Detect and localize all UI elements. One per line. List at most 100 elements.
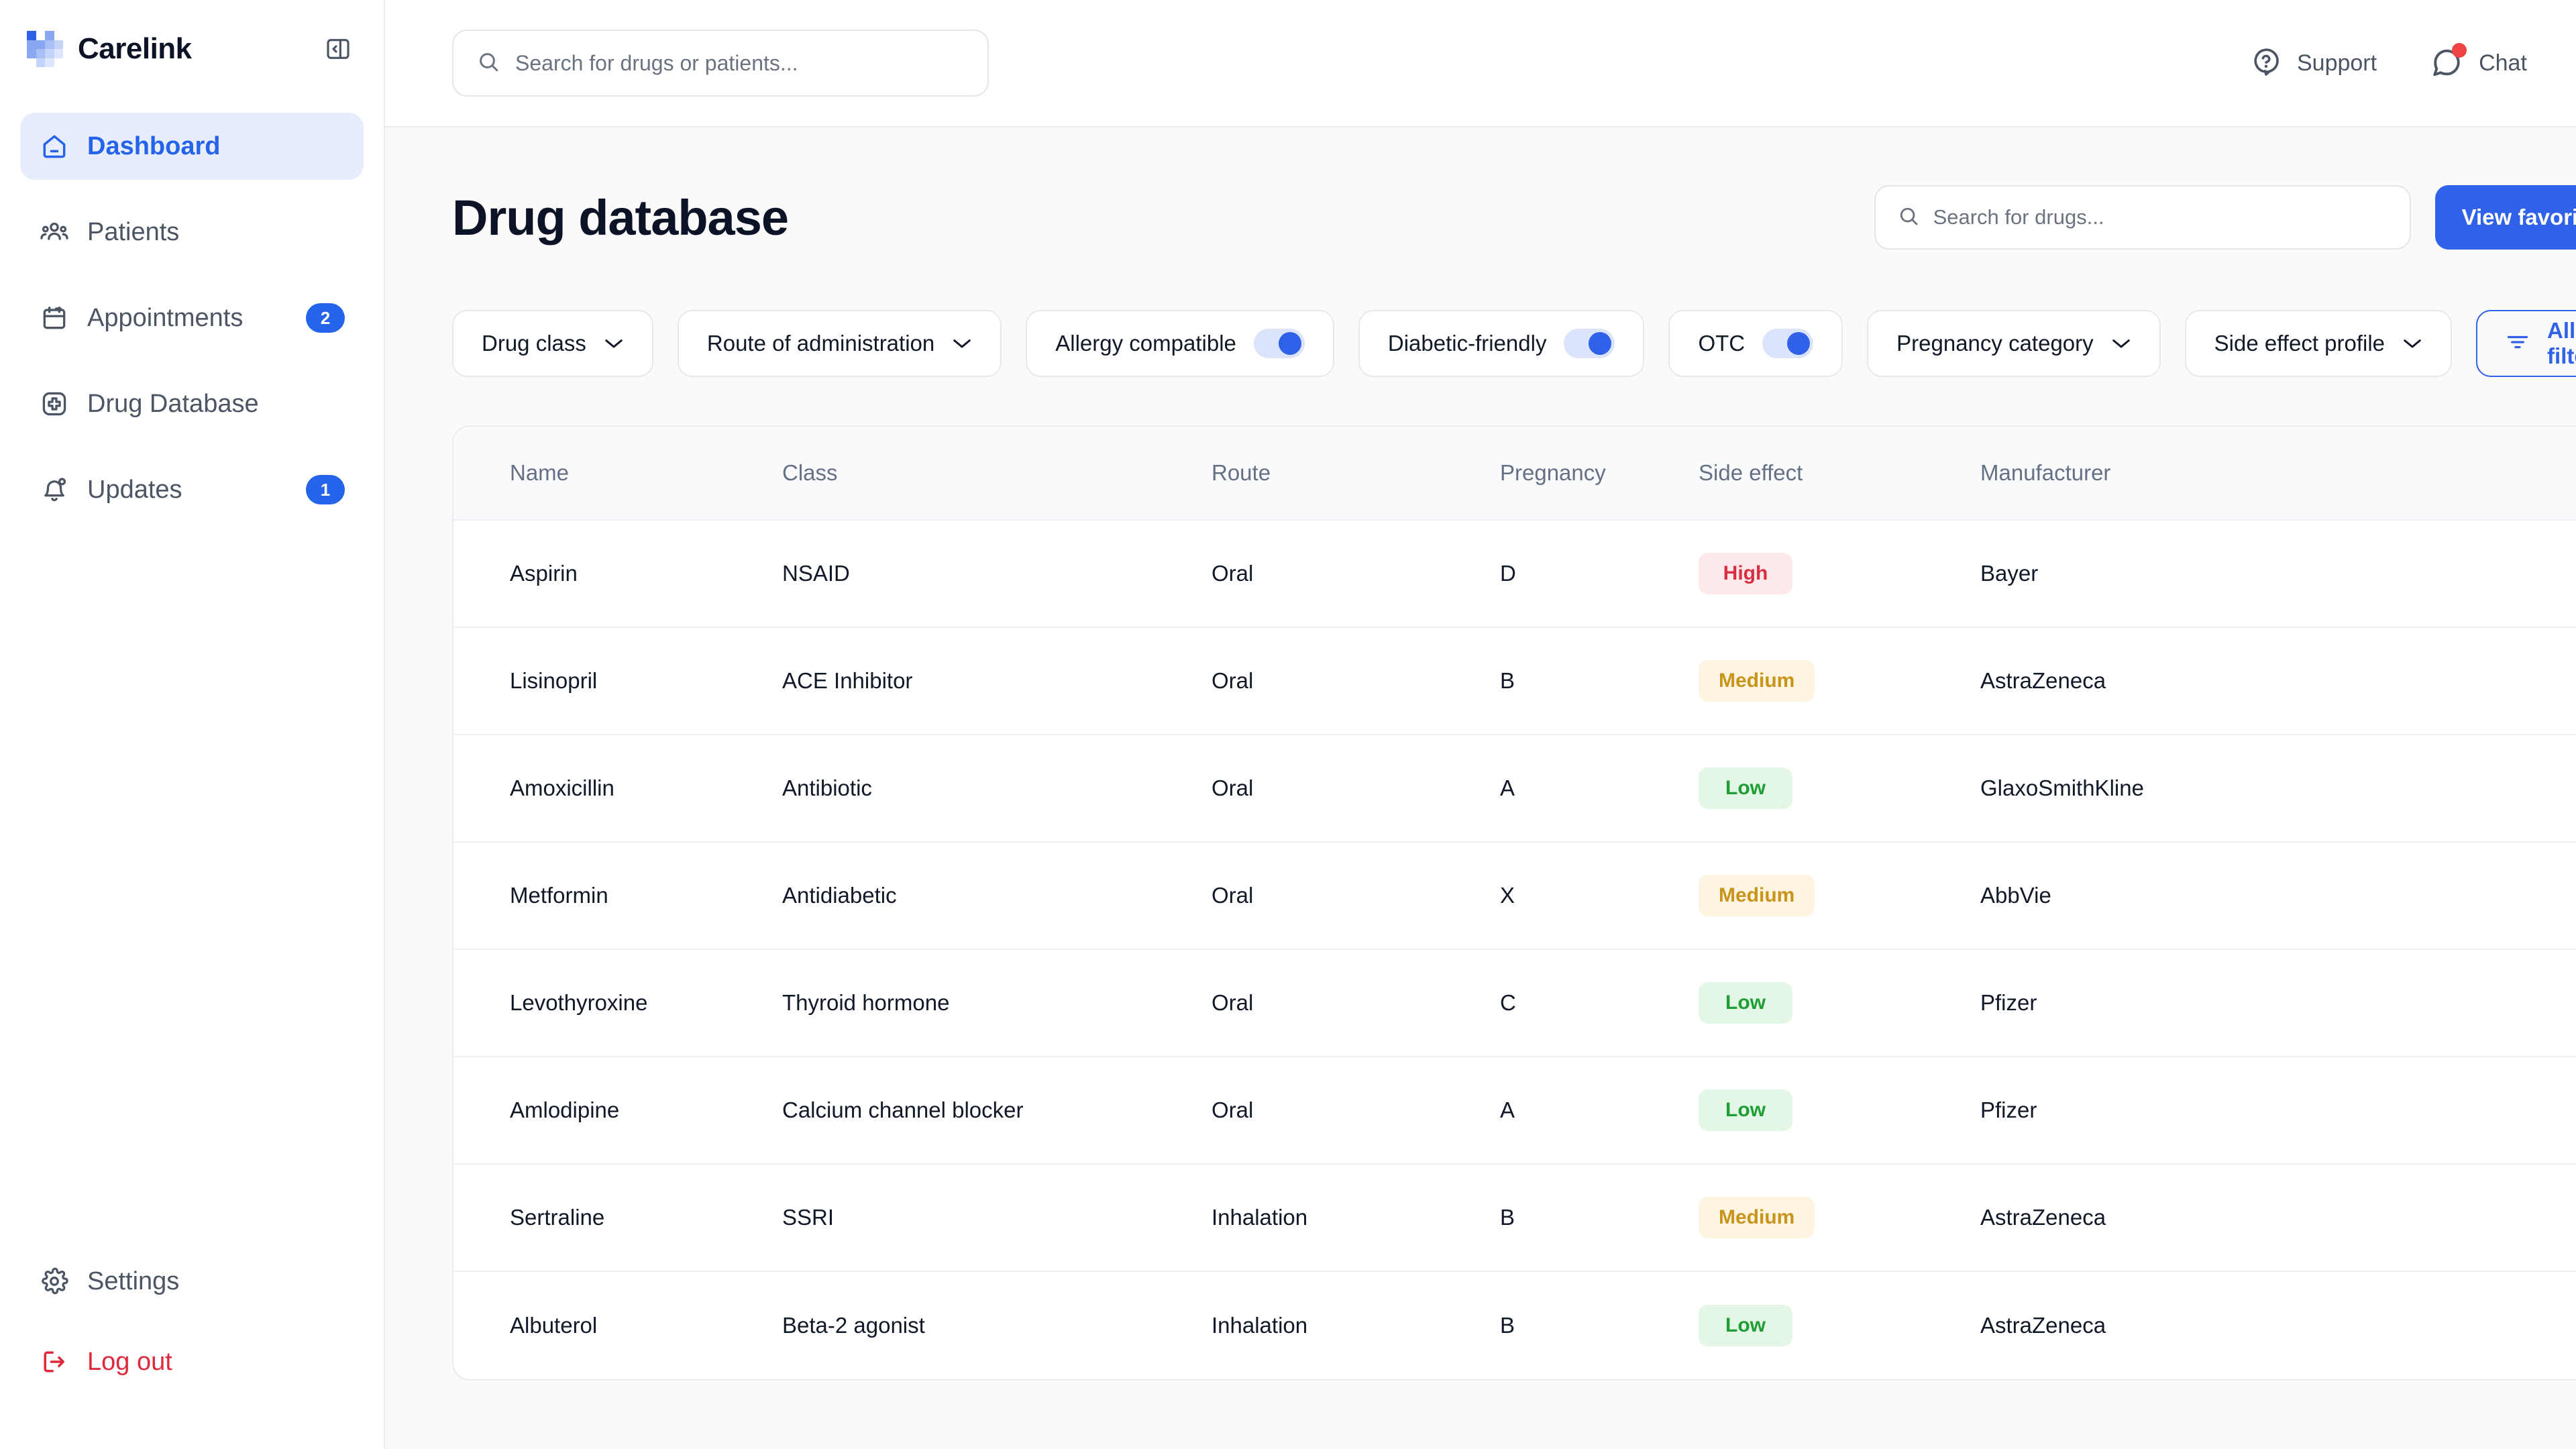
top-bar-actions: Support Chat xyxy=(2250,31,2576,95)
search-input[interactable] xyxy=(515,50,965,76)
filter-icon xyxy=(2506,332,2530,356)
filter-diabetic-friendly[interactable]: Diabetic-friendly xyxy=(1358,310,1645,377)
cell-route: Oral xyxy=(1212,1097,1254,1122)
cell-manufacturer: Pfizer xyxy=(1980,1097,2037,1122)
kebab-menu-icon[interactable] xyxy=(2565,657,2576,704)
table-row[interactable]: Amoxicillin Antibiotic Oral A Low GlaxoS… xyxy=(453,735,2576,843)
sidebar: Carelink Dashboard Patients Appointments… xyxy=(0,0,385,1449)
sidebar-bottom-nav: Settings Log out xyxy=(0,1248,384,1449)
search-icon xyxy=(1897,205,1920,231)
kebab-menu-icon[interactable] xyxy=(2565,1087,2576,1134)
sidebar-item-label: Updates xyxy=(87,475,182,504)
chat-button[interactable]: Chat xyxy=(2429,43,2527,80)
cell-actions xyxy=(2542,979,2576,1026)
app-root: Carelink Dashboard Patients Appointments… xyxy=(0,0,2576,1449)
sidebar-item-logout[interactable]: Log out xyxy=(20,1328,364,1395)
support-button[interactable]: Support xyxy=(2250,46,2377,81)
sidebar-badge: 2 xyxy=(306,303,345,333)
cell-side-effect: Low xyxy=(1699,1089,1980,1131)
cell-pregnancy: A xyxy=(1500,1097,1515,1122)
column-header-route: Route xyxy=(1212,460,1271,485)
sidebar-badge: 1 xyxy=(306,475,345,504)
chat-bubble-icon xyxy=(2429,43,2467,80)
cell-route: Oral xyxy=(1212,775,1254,800)
page-header-actions: View favorites xyxy=(1874,185,2576,250)
sidebar-item-label: Drug Database xyxy=(87,389,259,418)
sidebar-item-label: Patients xyxy=(87,217,180,246)
otc-toggle[interactable] xyxy=(1762,329,1814,358)
table-row[interactable]: Levothyroxine Thyroid hormone Oral C Low… xyxy=(453,950,2576,1057)
cell-name: Amoxicillin xyxy=(510,775,614,800)
logout-icon xyxy=(39,1346,70,1377)
cell-name: Albuterol xyxy=(510,1313,598,1338)
kebab-menu-icon[interactable] xyxy=(2565,550,2576,597)
filter-allergy-compatible[interactable]: Allergy compatible xyxy=(1026,310,1334,377)
filter-otc[interactable]: OTC xyxy=(1668,310,1843,377)
column-header-pregnancy: Pregnancy xyxy=(1500,460,1606,485)
table-row[interactable]: Amlodipine Calcium channel blocker Oral … xyxy=(453,1057,2576,1165)
kebab-menu-icon[interactable] xyxy=(2565,1194,2576,1241)
table-row[interactable]: Lisinopril ACE Inhibitor Oral B Medium A… xyxy=(453,628,2576,735)
table-row[interactable]: Albuterol Beta-2 agonist Inhalation B Lo… xyxy=(453,1272,2576,1379)
filter-drug-class[interactable]: Drug class xyxy=(452,310,653,377)
sidebar-nav: Dashboard Patients Appointments 2 Drug D… xyxy=(0,98,384,1248)
drug-search-input[interactable] xyxy=(1933,205,2388,229)
cell-pregnancy: B xyxy=(1500,668,1515,693)
cell-side-effect: Low xyxy=(1699,767,1980,809)
cell-side-effect: Medium xyxy=(1699,660,1980,702)
cell-pregnancy: B xyxy=(1500,1205,1515,1230)
allergy-compatible-toggle[interactable] xyxy=(1253,329,1305,358)
cell-manufacturer: Pfizer xyxy=(1980,990,2037,1015)
kebab-menu-icon[interactable] xyxy=(2565,1302,2576,1349)
users-icon xyxy=(39,217,70,248)
cell-pregnancy: D xyxy=(1500,561,1516,586)
cell-actions xyxy=(2542,1087,2576,1134)
cell-actions xyxy=(2542,765,2576,812)
chevron-down-icon xyxy=(952,337,972,350)
table-row[interactable]: Aspirin NSAID Oral D High Bayer xyxy=(453,521,2576,628)
table-row[interactable]: Metformin Antidiabetic Oral X Medium Abb… xyxy=(453,843,2576,950)
cell-name: Levothyroxine xyxy=(510,990,648,1015)
kebab-menu-icon[interactable] xyxy=(2565,765,2576,812)
filter-pregnancy-category[interactable]: Pregnancy category xyxy=(1867,310,2161,377)
cell-actions xyxy=(2542,550,2576,597)
sidebar-item-dashboard[interactable]: Dashboard xyxy=(20,113,364,180)
view-favorites-button[interactable]: View favorites xyxy=(2434,185,2576,250)
cell-side-effect: Medium xyxy=(1699,1197,1980,1238)
cell-side-effect: Low xyxy=(1699,982,1980,1024)
global-search[interactable] xyxy=(452,30,989,97)
filter-side-effect-profile[interactable]: Side effect profile xyxy=(2184,310,2453,377)
diabetic-friendly-toggle[interactable] xyxy=(1564,329,1615,358)
cell-side-effect: Low xyxy=(1699,1305,1980,1346)
cell-class: Beta-2 agonist xyxy=(782,1313,925,1338)
filter-route-of-administration[interactable]: Route of administration xyxy=(677,310,1002,377)
panel-collapse-icon[interactable] xyxy=(323,34,353,64)
sidebar-item-patients[interactable]: Patients xyxy=(20,199,364,266)
sidebar-item-updates[interactable]: Updates 1 xyxy=(20,456,364,523)
sidebar-item-settings[interactable]: Settings xyxy=(20,1248,364,1315)
sidebar-item-drug-database[interactable]: Drug Database xyxy=(20,370,364,437)
page-title: Drug database xyxy=(452,189,789,246)
home-icon xyxy=(39,131,70,162)
drug-search[interactable] xyxy=(1874,185,2411,250)
support-label: Support xyxy=(2296,50,2377,76)
kebab-menu-icon[interactable] xyxy=(2565,872,2576,919)
cell-manufacturer: AstraZeneca xyxy=(1980,668,2106,693)
cell-pregnancy: C xyxy=(1500,990,1516,1015)
cell-name: Lisinopril xyxy=(510,668,598,693)
main-area: Support Chat xyxy=(385,0,2576,1449)
table-row[interactable]: Sertraline SSRI Inhalation B Medium Astr… xyxy=(453,1165,2576,1272)
page-content: Drug database View favorites xyxy=(385,127,2576,1449)
cell-route: Inhalation xyxy=(1212,1313,1308,1338)
column-header-name: Name xyxy=(510,460,570,485)
filter-label: Diabetic-friendly xyxy=(1387,331,1547,356)
bell-icon xyxy=(39,474,70,505)
cell-actions xyxy=(2542,1194,2576,1241)
kebab-menu-icon[interactable] xyxy=(2565,979,2576,1026)
all-filters-button[interactable]: All filters xyxy=(2476,310,2576,377)
cell-route: Oral xyxy=(1212,668,1254,693)
brand[interactable]: Carelink xyxy=(27,31,192,67)
sidebar-item-appointments[interactable]: Appointments 2 xyxy=(20,284,364,352)
cell-manufacturer: Bayer xyxy=(1980,561,2039,586)
carelink-logo-icon xyxy=(27,31,63,67)
